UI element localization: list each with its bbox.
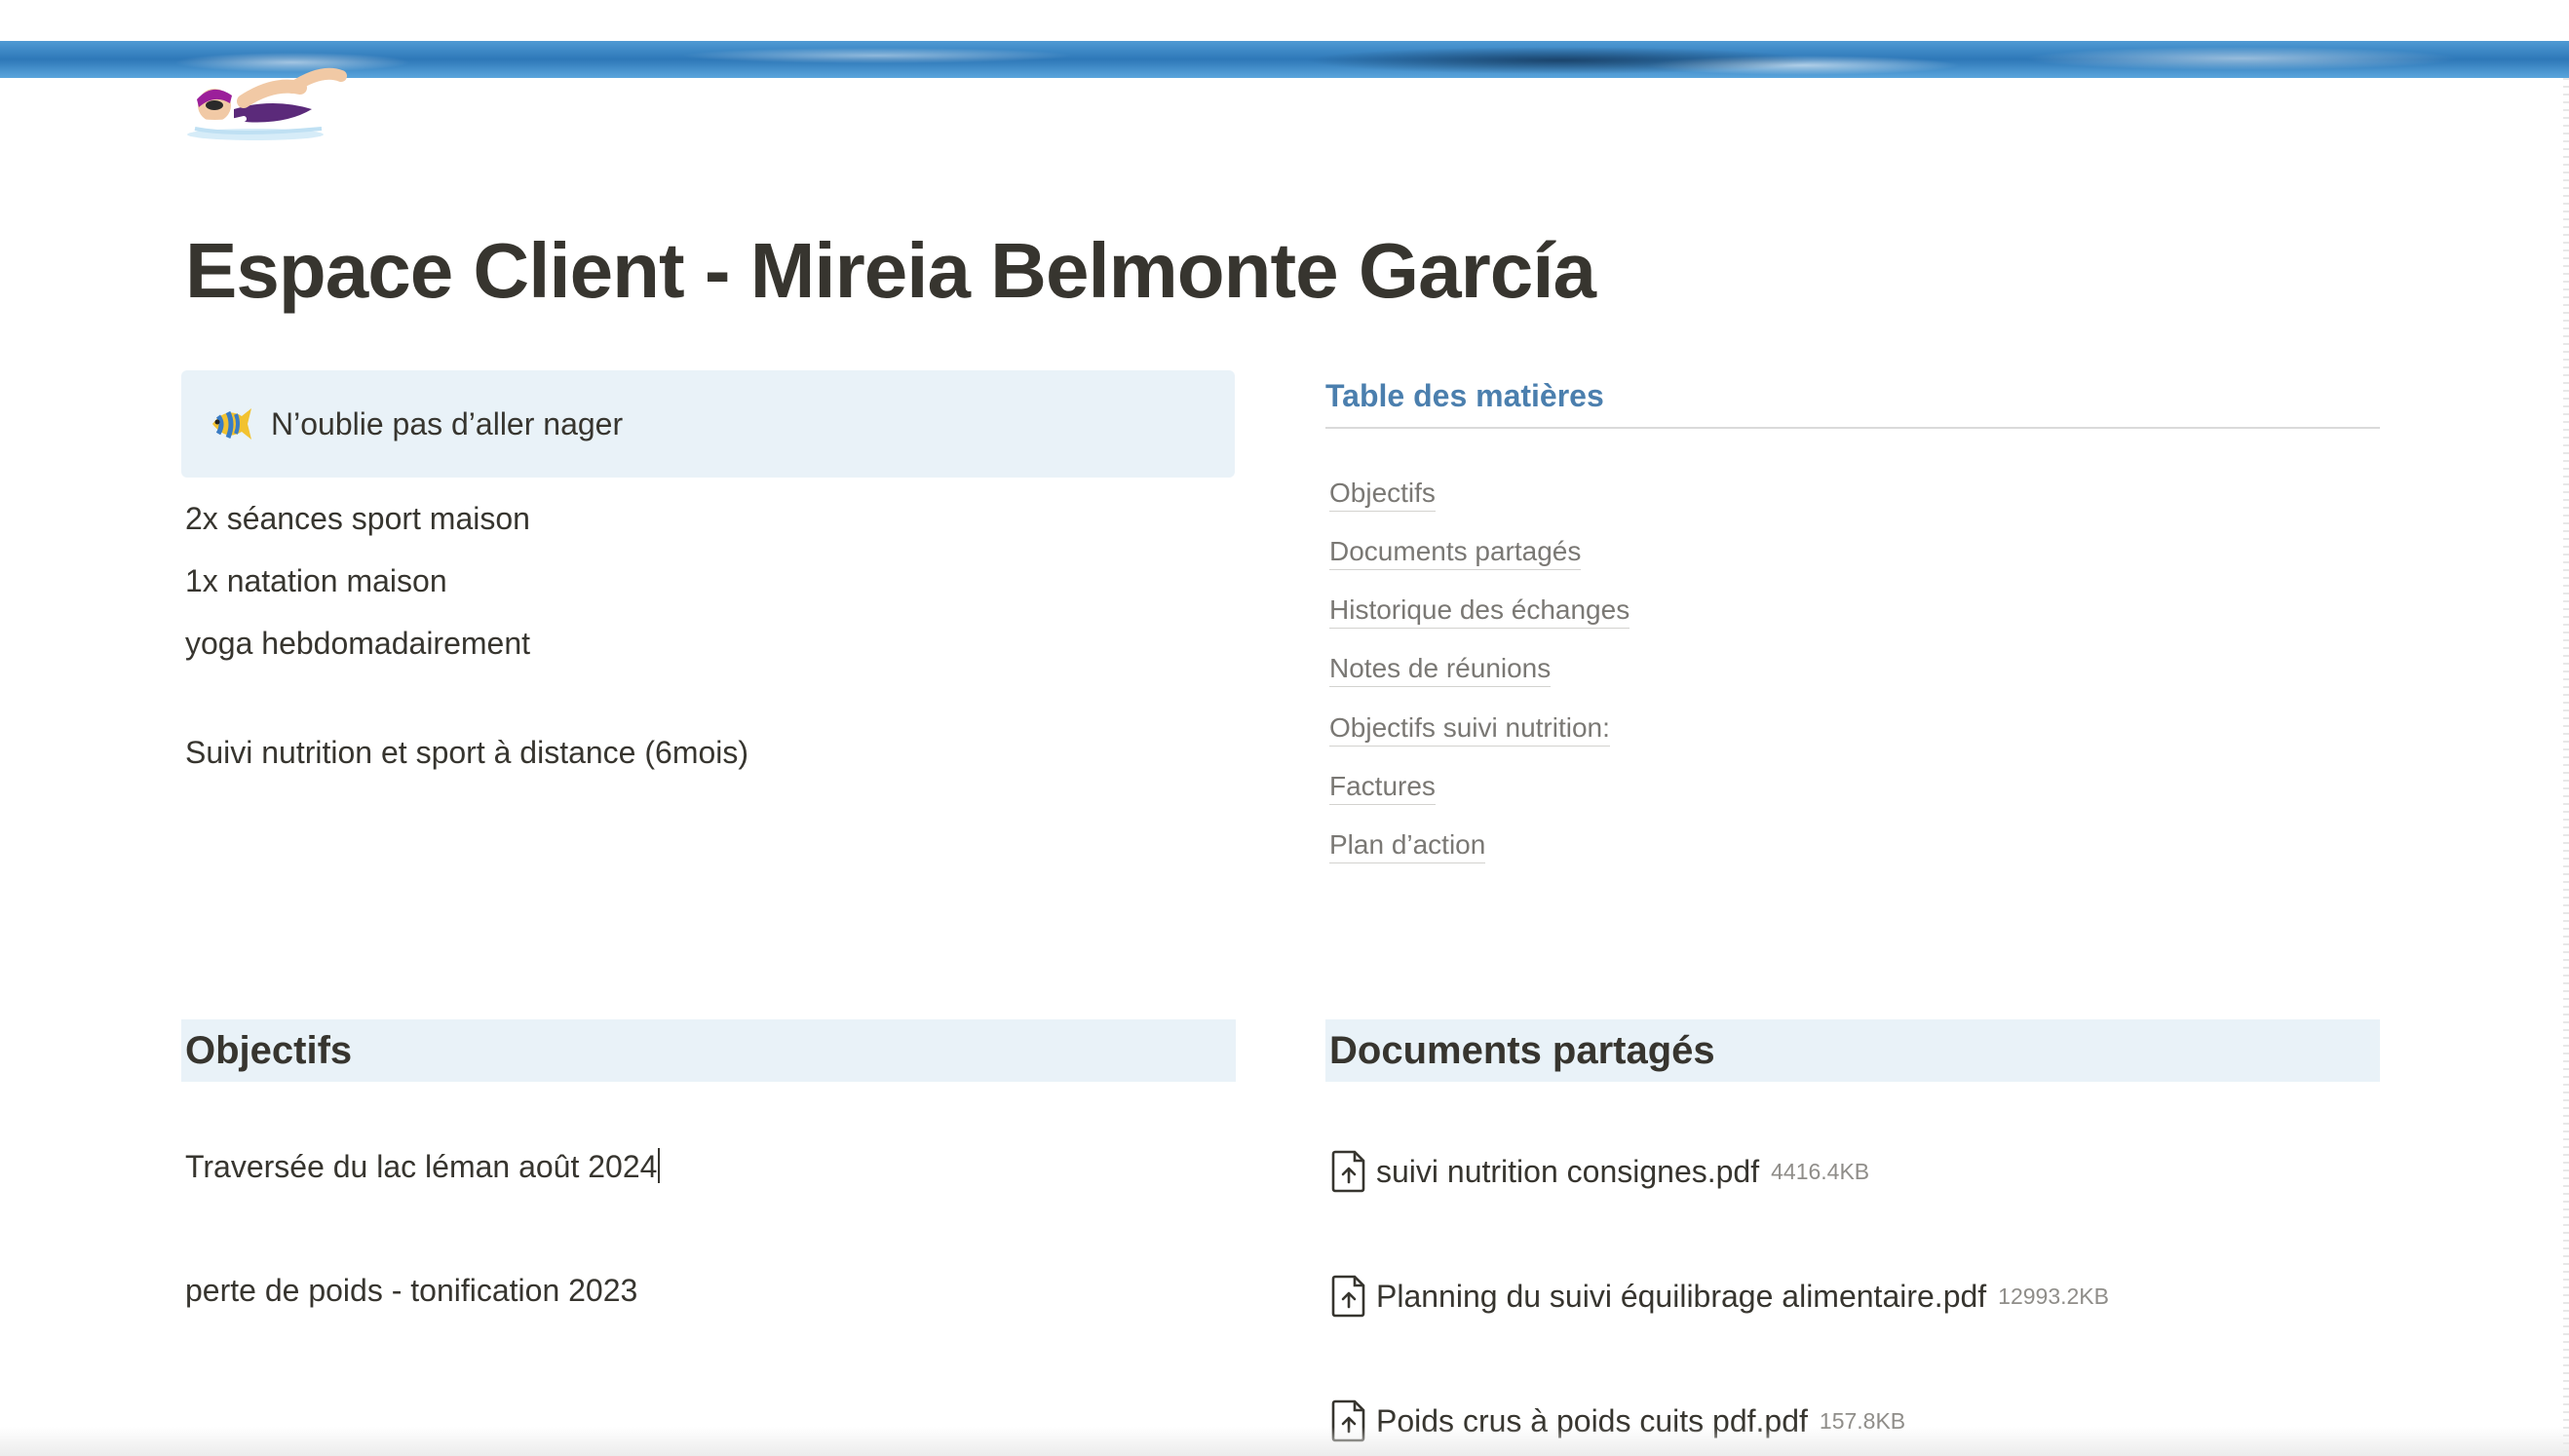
objectifs-heading[interactable]: Objectifs	[181, 1019, 1236, 1082]
toc-link-objectifs[interactable]: Objectifs	[1329, 478, 1436, 512]
toc-link-documents-partages[interactable]: Documents partagés	[1329, 536, 1582, 570]
page-title[interactable]: Espace Client - Mireia Belmonte García	[185, 226, 1596, 316]
objectif-item[interactable]: perte de poids - tonification 2023	[185, 1273, 637, 1309]
callout-block[interactable]: N’oublie pas d’aller nager	[181, 370, 1235, 478]
page-cover[interactable]	[0, 41, 2569, 78]
toc-link-historique[interactable]: Historique des échanges	[1329, 594, 1630, 629]
toc-link-notes-reunions[interactable]: Notes de réunions	[1329, 653, 1552, 687]
objectif-item[interactable]: Traversée du lac léman août 2024	[185, 1148, 661, 1185]
window-bottom-edge	[0, 1427, 2569, 1456]
objectifs-heading-text: Objectifs	[185, 1028, 353, 1072]
file-name: suivi nutrition consignes.pdf	[1376, 1153, 1760, 1189]
toc-link-plan-action[interactable]: Plan d’action	[1329, 829, 1486, 863]
file-upload-icon	[1331, 1275, 1365, 1318]
file-attachment[interactable]: Planning du suivi équilibrage alimentair…	[1331, 1275, 2109, 1318]
table-of-contents: Table des matières Objectifs Documents p…	[1325, 370, 2380, 863]
text-cursor	[658, 1148, 661, 1183]
toc-title: Table des matières	[1325, 370, 2380, 429]
file-upload-icon	[1331, 1150, 1365, 1193]
text-line[interactable]: 2x séances sport maison	[185, 501, 530, 537]
text-line[interactable]: Suivi nutrition et sport à distance (6mo…	[185, 735, 748, 771]
toc-link-objectifs-nutrition[interactable]: Objectifs suivi nutrition:	[1329, 712, 1610, 747]
tropical-fish-icon[interactable]	[207, 402, 253, 445]
documents-heading[interactable]: Documents partagés	[1325, 1019, 2380, 1082]
callout-text[interactable]: N’oublie pas d’aller nager	[271, 406, 623, 442]
text-line[interactable]: yoga hebdomadairement	[185, 626, 530, 662]
swimmer-icon[interactable]	[175, 39, 351, 144]
toc-link-factures[interactable]: Factures	[1329, 771, 1436, 805]
notion-page: Espace Client - Mireia Belmonte García N…	[0, 0, 2569, 1456]
file-name: Planning du suivi équilibrage alimentair…	[1376, 1278, 1987, 1314]
file-size: 12993.2KB	[1998, 1283, 2109, 1309]
scrollbar-track[interactable]	[2563, 78, 2569, 1456]
text-line[interactable]: 1x natation maison	[185, 563, 447, 599]
documents-heading-text: Documents partagés	[1329, 1028, 1715, 1072]
file-attachment[interactable]: suivi nutrition consignes.pdf 4416.4KB	[1331, 1150, 1869, 1193]
file-size: 4416.4KB	[1771, 1158, 1870, 1184]
objectif-item-text: Traversée du lac léman août 2024	[185, 1149, 658, 1184]
